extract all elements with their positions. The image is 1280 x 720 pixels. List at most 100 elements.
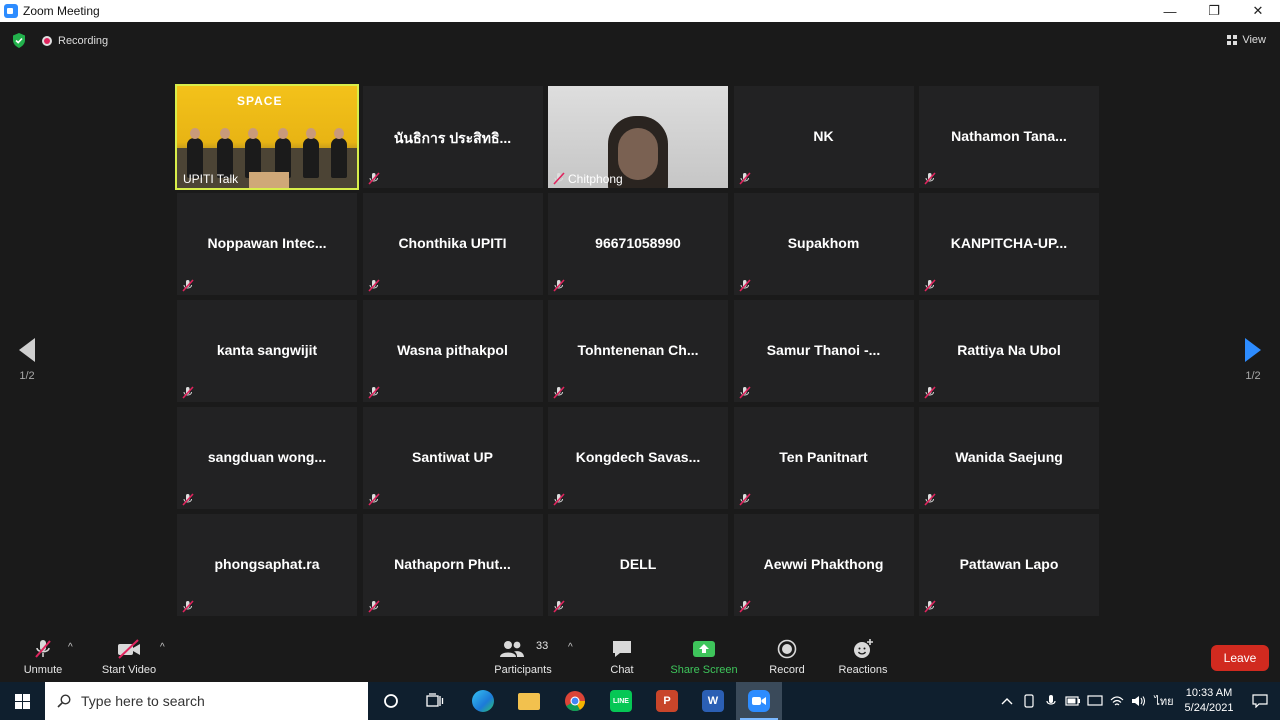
- participant-name: Wanida Saejung: [955, 449, 1063, 465]
- muted-mic-icon: [181, 279, 194, 292]
- record-icon: [777, 639, 797, 659]
- zoom-taskbar-app[interactable]: [736, 682, 782, 720]
- unmute-label: Unmute: [23, 664, 63, 676]
- page-indicator-right: 1/2: [1245, 370, 1261, 382]
- participant-tile[interactable]: Ten Panitnart: [733, 407, 914, 509]
- edge-taskbar-app[interactable]: [460, 682, 506, 720]
- participant-tile[interactable]: Pattawan Lapo: [919, 514, 1099, 616]
- leave-button[interactable]: Leave: [1211, 645, 1269, 671]
- unmute-button[interactable]: Unmute: [18, 638, 68, 676]
- next-page-nav[interactable]: 1/2: [1238, 338, 1268, 382]
- close-button[interactable]: ✕: [1236, 0, 1280, 22]
- battery-button[interactable]: [1062, 682, 1084, 720]
- participant-tile[interactable]: Chonthika UPITI: [362, 193, 543, 295]
- volume-button[interactable]: [1128, 682, 1150, 720]
- encryption-shield-icon[interactable]: [12, 33, 26, 48]
- word-taskbar-app[interactable]: W: [690, 682, 736, 720]
- participant-name: Pattawan Lapo: [959, 556, 1059, 572]
- muted-mic-icon: [181, 493, 194, 506]
- participant-tile[interactable]: kanta sangwijit: [177, 300, 357, 402]
- task-view-button[interactable]: [412, 682, 458, 720]
- muted-mic-icon: [367, 386, 380, 399]
- participant-tile[interactable]: phongsaphat.ra: [177, 514, 357, 616]
- participant-name: Samur Thanoi -...: [766, 342, 881, 358]
- participant-tile[interactable]: KANPITCHA-UP...: [919, 193, 1099, 295]
- cortana-circle-icon: [384, 694, 398, 708]
- taskbar-clock[interactable]: 10:33 AM 5/24/2021: [1178, 686, 1240, 716]
- powerpoint-taskbar-app[interactable]: P: [644, 682, 690, 720]
- word-icon: W: [702, 690, 724, 712]
- event-sign: SPACE: [237, 94, 283, 108]
- participant-name: KANPITCHA-UP...: [950, 235, 1068, 251]
- participant-tile[interactable]: Kongdech Savas...: [548, 407, 728, 509]
- mic-tray-button[interactable]: [1040, 682, 1062, 720]
- audio-options-caret-icon[interactable]: ^: [68, 642, 73, 653]
- file-explorer-taskbar-app[interactable]: [506, 682, 552, 720]
- participant-tile[interactable]: Chitphong: [548, 86, 728, 188]
- chat-button[interactable]: Chat: [604, 638, 640, 676]
- arrow-left-icon[interactable]: [19, 338, 35, 362]
- participant-name: sangduan wong...: [207, 449, 327, 465]
- search-icon: [57, 694, 71, 708]
- participant-tile[interactable]: Noppawan Intec...: [177, 193, 357, 295]
- notifications-button[interactable]: [1240, 682, 1280, 720]
- participant-tile[interactable]: Supakhom: [733, 193, 914, 295]
- taskbar-search-box[interactable]: Type here to search: [45, 682, 368, 720]
- participant-tile[interactable]: Samur Thanoi -...: [733, 300, 914, 402]
- share-screen-label: Share Screen: [670, 664, 738, 676]
- participant-tile[interactable]: NK: [733, 86, 914, 188]
- tray-app-button[interactable]: [1018, 682, 1040, 720]
- participant-name: Rattiya Na Ubol: [957, 342, 1061, 358]
- participant-tile[interactable]: Wanida Saejung: [919, 407, 1099, 509]
- participant-tile[interactable]: sangduan wong...: [177, 407, 357, 509]
- view-button[interactable]: View: [1227, 34, 1266, 46]
- minimize-button[interactable]: —: [1148, 0, 1192, 22]
- participant-name: Wasna pithakpol: [397, 342, 508, 358]
- participant-tile[interactable]: 96671058990: [548, 193, 728, 295]
- prev-page-nav[interactable]: 1/2: [12, 338, 42, 382]
- participants-button[interactable]: 33 Participants: [490, 638, 556, 676]
- participant-name: NK: [813, 128, 834, 144]
- participant-tile[interactable]: Tohntenenan Ch...: [548, 300, 728, 402]
- participant-name: Nathamon Tana...: [951, 128, 1067, 144]
- participant-tile[interactable]: Wasna pithakpol: [362, 300, 543, 402]
- participant-tile[interactable]: Rattiya Na Ubol: [919, 300, 1099, 402]
- wifi-button[interactable]: [1106, 682, 1128, 720]
- chevron-up-icon: [1001, 698, 1013, 705]
- chat-label: Chat: [610, 664, 634, 676]
- screen-tray-button[interactable]: [1084, 682, 1106, 720]
- video-options-caret-icon[interactable]: ^: [160, 642, 165, 653]
- cortana-button[interactable]: [368, 682, 414, 720]
- participants-caret-icon[interactable]: ^: [568, 642, 573, 653]
- muted-mic-icon: [738, 172, 751, 185]
- reactions-button[interactable]: Reactions: [836, 638, 890, 676]
- record-button[interactable]: Record: [766, 638, 808, 676]
- participant-tile[interactable]: Nathaporn Phut...: [362, 514, 543, 616]
- recording-dot-icon: [42, 36, 52, 46]
- participant-tile[interactable]: Nathamon Tana...: [919, 86, 1099, 188]
- share-screen-button[interactable]: Share Screen: [668, 638, 740, 676]
- participant-name: 96671058990: [595, 235, 681, 251]
- input-language-button[interactable]: ไทย: [1150, 682, 1178, 720]
- participant-name: Chitphong: [568, 172, 623, 186]
- start-video-button[interactable]: Start Video: [98, 638, 160, 676]
- participant-tile[interactable]: นันธิการ ประสิทธิ...: [362, 86, 543, 188]
- muted-mic-icon: [923, 386, 936, 399]
- folder-icon: [518, 692, 540, 710]
- participant-tile[interactable]: Aewwi Phakthong: [733, 514, 914, 616]
- line-taskbar-app[interactable]: LINE: [598, 682, 644, 720]
- participant-tile[interactable]: SPACE UPITI Talk: [175, 84, 359, 190]
- meeting-top-bar: Recording View: [0, 22, 1280, 60]
- muted-mic-icon: [35, 640, 51, 658]
- start-button[interactable]: [0, 682, 45, 720]
- participant-name: kanta sangwijit: [216, 342, 318, 358]
- arrow-right-icon[interactable]: [1245, 338, 1261, 362]
- participant-name: นันธิการ ประสิทธิ...: [393, 130, 512, 146]
- chrome-taskbar-app[interactable]: [552, 682, 598, 720]
- video-off-icon: [118, 639, 140, 659]
- participant-tile[interactable]: DELL: [548, 514, 728, 616]
- show-hidden-icons-button[interactable]: [996, 682, 1018, 720]
- recording-indicator[interactable]: Recording: [42, 35, 108, 47]
- restore-button[interactable]: ❐: [1192, 0, 1236, 22]
- participant-tile[interactable]: Santiwat UP: [362, 407, 543, 509]
